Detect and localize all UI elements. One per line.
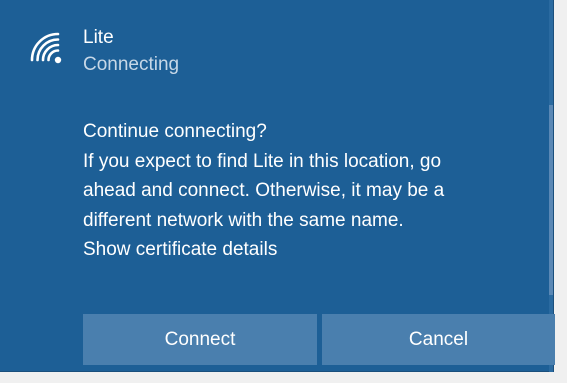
network-name: Lite xyxy=(83,27,114,48)
connection-prompt: Continue connecting? If you expect to fi… xyxy=(83,117,543,265)
cancel-button[interactable]: Cancel xyxy=(322,314,555,365)
action-buttons: Connect Cancel xyxy=(83,314,555,365)
wifi-connect-flyout: Lite Connecting Continue connecting? If … xyxy=(0,0,555,372)
connection-status: Connecting xyxy=(83,54,180,75)
wifi-secured-icon xyxy=(28,26,68,75)
network-item-header: Lite Connecting xyxy=(28,26,179,78)
prompt-question: Continue connecting? xyxy=(83,121,267,142)
prompt-body-line: different network with the same name. xyxy=(83,209,404,231)
prompt-body-line: ahead and connect. Otherwise, it may be … xyxy=(83,180,445,201)
connect-button[interactable]: Connect xyxy=(83,314,317,365)
show-certificate-link[interactable]: Show certificate details xyxy=(83,235,543,265)
prompt-body-line: If you expect to find Lite in this locat… xyxy=(83,150,442,172)
network-text: Lite Connecting xyxy=(83,26,179,78)
scrollbar-thumb[interactable] xyxy=(549,105,553,295)
